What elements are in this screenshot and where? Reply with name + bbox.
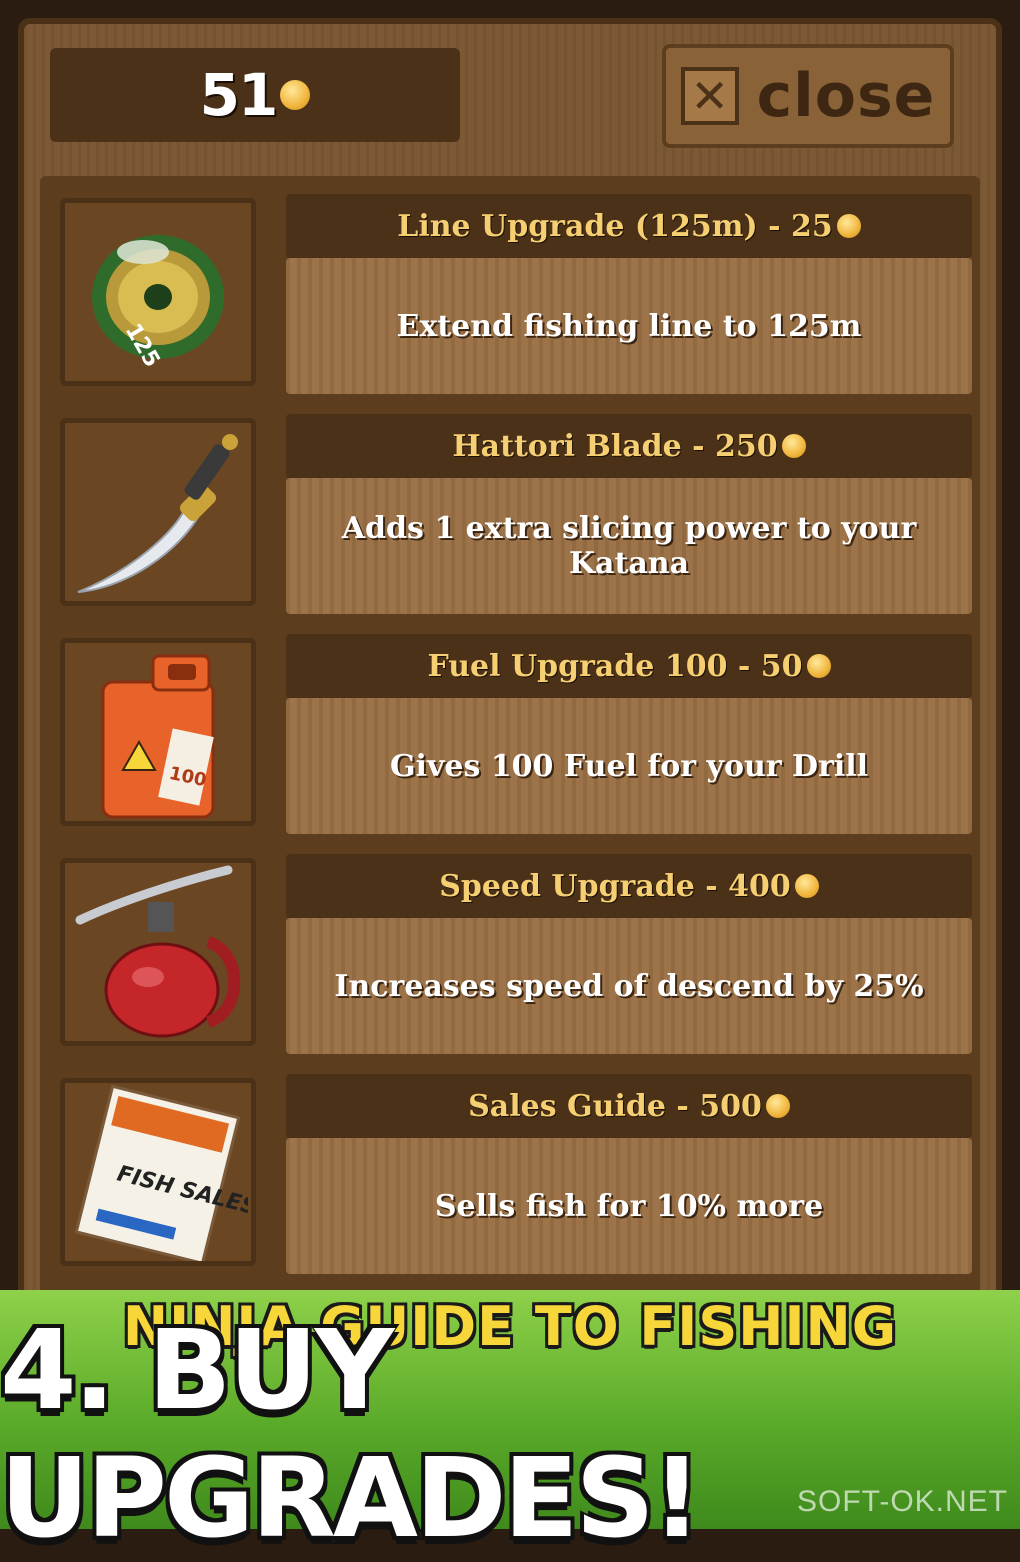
upgrade-description: Increases speed of descend by 25% [286,918,972,1054]
close-button[interactable]: ✕ close [662,44,954,148]
upgrade-title-text: Sales Guide - 500 [468,1088,762,1124]
upgrade-title: Line Upgrade (125m) - 25 [286,194,972,258]
upgrade-title: Hattori Blade - 250 [286,414,972,478]
upgrade-item-sales-guide[interactable]: FISH SALES Sales Guide - 500 Sells fish … [60,1056,972,1274]
coin-icon [836,214,861,238]
upgrade-title-text: Fuel Upgrade 100 - 50 [427,648,803,684]
close-icon: ✕ [680,67,739,125]
katana-blade-icon [60,418,256,606]
upgrade-item-line[interactable]: 125 Line Upgrade (125m) - 25 Extend fish… [60,176,972,394]
banner-title: 4. BUY UPGRADES! [0,1306,702,1562]
fuel-can-icon: 100 [60,638,256,826]
upgrade-description: Gives 100 Fuel for your Drill [286,698,972,834]
upgrade-title-text: Line Upgrade (125m) - 25 [397,208,833,244]
oil-can-icon [60,858,256,1046]
upgrade-item-hattori-blade[interactable]: Hattori Blade - 250 Adds 1 extra slicing… [60,396,972,614]
fishing-line-spool-icon: 125 [60,198,256,386]
upgrade-title-text: Speed Upgrade - 400 [439,868,791,904]
upgrade-description: Adds 1 extra slicing power to your Katan… [286,478,972,614]
coin-icon [781,434,806,458]
upgrade-item-fuel[interactable]: 100 Fuel Upgrade 100 - 50 Gives 100 Fuel… [60,616,972,834]
watermark: SOFT-OK.NET [796,1485,1008,1518]
coin-icon [280,80,311,110]
upgrade-title: Speed Upgrade - 400 [286,854,972,918]
coin-icon [806,654,831,678]
upgrade-item-speed[interactable]: Speed Upgrade - 400 Increases speed of d… [60,836,972,1054]
upgrade-description: Extend fishing line to 125m [286,258,972,394]
coin-balance-panel: 51 [50,48,460,142]
upgrade-title: Fuel Upgrade 100 - 50 [286,634,972,698]
sales-magazine-icon: FISH SALES [60,1078,256,1266]
coin-balance: 51 [199,61,279,129]
upgrade-title: Sales Guide - 500 [286,1074,972,1138]
upgrade-title-text: Hattori Blade - 250 [452,428,778,464]
close-label: close [756,61,936,131]
upgrade-description: Sells fish for 10% more [286,1138,972,1274]
coin-icon [765,1094,790,1118]
coin-icon [794,874,819,898]
